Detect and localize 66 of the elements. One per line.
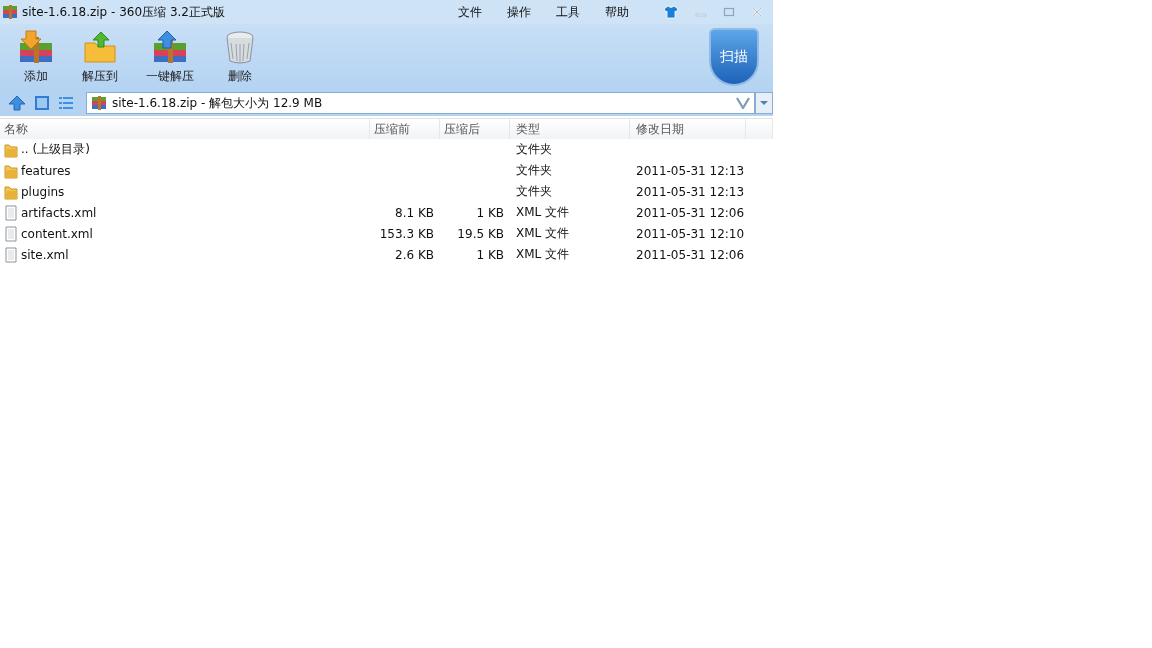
document-icon [4, 246, 18, 263]
scan-button[interactable]: 扫描 [709, 28, 759, 86]
document-icon [4, 225, 18, 242]
table-cell: 2.6 KB [395, 247, 434, 262]
table-cell: site.xml [21, 247, 69, 262]
menu-item[interactable]: 操作 [507, 3, 531, 21]
menu-item[interactable]: 工具 [556, 3, 580, 21]
toolbar-button[interactable]: 添加 [10, 27, 62, 87]
window-title: site-1.6.18.zip - 360压缩 3.2正式版 [22, 3, 225, 21]
toolbar-button[interactable]: 删除 [214, 27, 266, 87]
up-arrow-icon[interactable] [8, 95, 26, 111]
table-cell: 19.5 KB [457, 226, 504, 241]
column-header[interactable]: 类型 [510, 119, 630, 139]
table-cell: XML 文件 [516, 205, 570, 219]
table-cell: 2011-05-31 12:06 [636, 247, 745, 262]
file-row[interactable]: .. (上级目录) 文件夹 [0, 139, 773, 160]
table-cell: 文件夹 [516, 184, 552, 198]
table-cell: XML 文件 [516, 226, 570, 240]
table-cell: .. (上级目录) [21, 141, 90, 158]
shirt-icon[interactable] [663, 5, 679, 19]
table-cell: artifacts.xml [21, 205, 97, 220]
menu-item[interactable]: 帮助 [605, 3, 629, 21]
dropdown-button[interactable] [755, 92, 773, 114]
table-cell: 8.1 KB [395, 205, 434, 220]
table-cell: 2011-05-31 12:13 [636, 184, 745, 199]
file-row[interactable]: content.xml 153.3 KB 19.5 KB XML 文件 2011-05-31 12:10 [0, 223, 773, 244]
close-icon[interactable] [751, 6, 763, 18]
file-row[interactable]: features 文件夹 2011-05-31 12:13 [0, 160, 773, 181]
folder-icon [4, 141, 18, 158]
address-text: site-1.6.18.zip - 解包大小为 12.9 MB [112, 94, 323, 112]
toolbar-button[interactable]: 一键解压 [138, 27, 202, 87]
tile-view-icon[interactable] [34, 95, 50, 111]
table-cell: 2011-05-31 12:06 [636, 205, 745, 220]
file-row[interactable]: site.xml 2.6 KB 1 KB XML 文件 2011-05-31 12:06 [0, 244, 773, 265]
column-header[interactable]: 压缩后 [440, 119, 510, 139]
table-cell: content.xml [21, 226, 93, 241]
address-field[interactable]: site-1.6.18.zip - 解包大小为 12.9 MB [86, 92, 755, 114]
column-header[interactable]: 修改日期 [630, 119, 746, 139]
table-cell: 2011-05-31 12:13 [636, 163, 745, 178]
table-cell: plugins [21, 184, 65, 199]
table-cell: 1 KB [476, 205, 504, 220]
folder-icon [82, 29, 118, 65]
document-icon [4, 204, 18, 221]
table-cell: 文件夹 [516, 142, 552, 156]
file-row[interactable]: plugins 文件夹 2011-05-31 12:13 [0, 181, 773, 202]
v-logo-icon [736, 97, 750, 109]
table-cell: XML 文件 [516, 247, 570, 261]
maximize-icon[interactable] [723, 6, 735, 18]
column-header[interactable]: 名称 [0, 119, 370, 139]
table-cell: 文件夹 [516, 163, 552, 177]
archive-icon [2, 4, 18, 20]
archive-icon [91, 95, 107, 111]
table-cell: features [21, 163, 71, 178]
menu-item[interactable]: 文件 [458, 3, 482, 21]
file-row[interactable]: artifacts.xml 8.1 KB 1 KB XML 文件 2011-05-31 12:06 [0, 202, 773, 223]
column-header[interactable]: 压缩前 [370, 119, 440, 139]
archive-add-icon [18, 29, 54, 65]
toolbar-button[interactable]: 解压到 [74, 27, 126, 87]
caret-icon [759, 100, 769, 106]
list-view-icon[interactable] [58, 96, 74, 110]
folder-icon [4, 183, 18, 200]
archive-icon [152, 29, 188, 65]
table-cell: 2011-05-31 12:10 [636, 226, 745, 241]
table-cell: 153.3 KB [379, 226, 434, 241]
table-cell: 1 KB [476, 247, 504, 262]
folder-icon [4, 162, 18, 179]
